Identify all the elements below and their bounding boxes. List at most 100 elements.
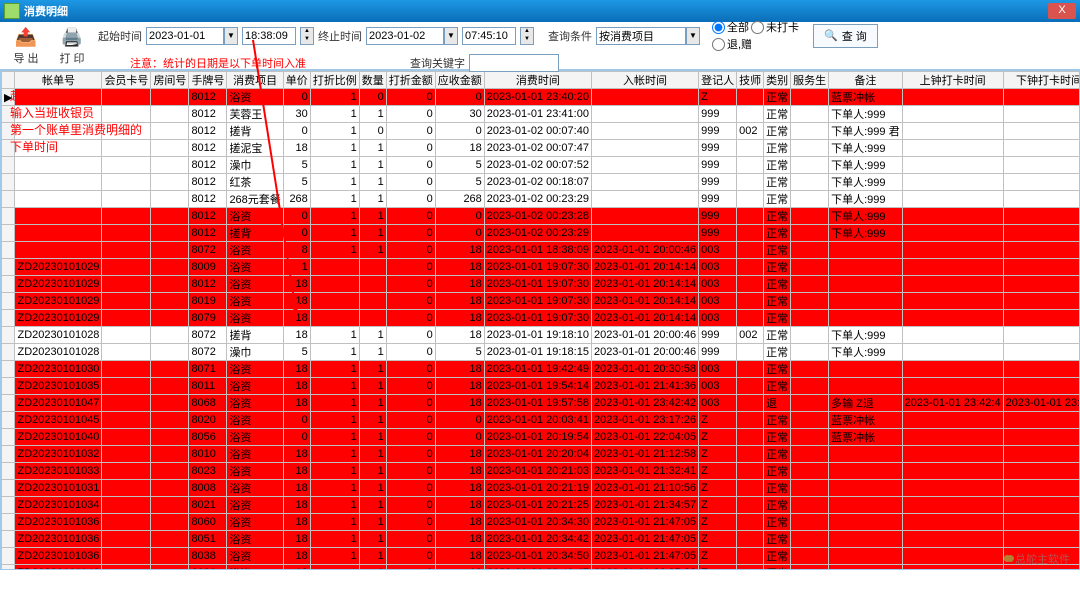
col-header[interactable]: 类别 [764, 72, 791, 89]
table-cell: 1 [359, 480, 386, 497]
table-cell [151, 310, 189, 327]
col-header[interactable]: 服务生 [791, 72, 829, 89]
table-cell: 8012 [189, 276, 227, 293]
table-row[interactable]: 8012浴资011002023-01-02 00:23:28999正常下单人:9… [2, 208, 1080, 225]
cond-input[interactable] [596, 27, 686, 45]
radio-all[interactable] [712, 21, 725, 34]
table-row[interactable]: ZD202301010288072搓背18110182023-01-01 19:… [2, 327, 1080, 344]
table-cell [151, 514, 189, 531]
table-row[interactable]: ZD202301010298019浴资180182023-01-01 19:07… [2, 293, 1080, 310]
table-cell: 1 [310, 531, 359, 548]
table-row[interactable]: 8012红茶511052023-01-02 00:18:07999正常下单人:9… [2, 174, 1080, 191]
start-date-picker[interactable]: ▼ [146, 27, 238, 45]
table-cell: 999 [699, 191, 737, 208]
table-cell: ZD20230101028 [15, 327, 102, 344]
table-cell: ZD20230101047 [15, 395, 102, 412]
table-row[interactable]: ZD202301010318008浴资18110182023-01-01 20:… [2, 480, 1080, 497]
col-header[interactable]: 登记人 [699, 72, 737, 89]
table-row[interactable]: ZD202301010428036浴资18110182023-01-01 20:… [2, 565, 1080, 571]
table-row[interactable]: ZD202301010408056浴资011002023-01-01 20:19… [2, 429, 1080, 446]
table-cell: 2023-01-01 20:21:25 [484, 497, 591, 514]
table-cell [151, 123, 189, 140]
end-date-picker[interactable]: ▼ [366, 27, 458, 45]
table-cell: 2023-01-02 00:23:29 [484, 191, 591, 208]
table-row[interactable]: 8012搓背011002023-01-02 00:23:29999正常下单人:9… [2, 225, 1080, 242]
col-header[interactable]: 房间号 [151, 72, 189, 89]
start-time-spinner[interactable]: ▲▼ [300, 27, 314, 45]
table-row[interactable]: 8012搓泥宝18110182023-01-02 00:07:47999正常下单… [2, 140, 1080, 157]
col-header[interactable]: 帐单号 [15, 72, 102, 89]
table-cell: 搓背 [227, 123, 283, 140]
table-row[interactable]: 8012搓背010002023-01-02 00:07:40999002正常下单… [2, 123, 1080, 140]
close-button[interactable]: X [1048, 3, 1076, 19]
radio-refund[interactable] [712, 38, 725, 51]
dropdown-icon[interactable]: ▼ [686, 27, 700, 45]
table-row[interactable]: ZD202301010298012浴资180182023-01-01 19:07… [2, 276, 1080, 293]
table-row[interactable]: ZD202301010358011浴资18110182023-01-01 19:… [2, 378, 1080, 395]
table-row[interactable]: 8072浴资8110182023-01-01 18:38:092023-01-0… [2, 242, 1080, 259]
dropdown-icon[interactable]: ▼ [444, 27, 458, 45]
end-date-input[interactable] [366, 27, 444, 45]
table-row[interactable]: ZD202301010338023浴资18110182023-01-01 20:… [2, 463, 1080, 480]
table-row[interactable]: ZD202301010368051浴资18110182023-01-01 20:… [2, 531, 1080, 548]
data-table-wrap[interactable]: 帐单号会员卡号房间号手牌号消费项目单价打折比例数量打折金额应收金额消费时间入帐时… [0, 70, 1080, 570]
table-cell: ZD20230101029 [15, 293, 102, 310]
table-cell [791, 242, 829, 259]
table-cell: 8019 [189, 293, 227, 310]
col-header[interactable]: 上钟打卡时间 [902, 72, 1003, 89]
print-button[interactable]: 🖨️ 打 印 [52, 26, 92, 66]
table-cell: 浴资 [227, 497, 283, 514]
table-row[interactable]: 8012澡巾511052023-01-02 00:07:52999正常下单人:9… [2, 157, 1080, 174]
table-cell [310, 310, 359, 327]
table-row[interactable]: 8012268元套餐2681102682023-01-02 00:23:2999… [2, 191, 1080, 208]
start-time-input[interactable] [242, 27, 296, 45]
table-cell: 正常 [764, 106, 791, 123]
table-cell [737, 565, 764, 571]
table-cell: 8012 [189, 208, 227, 225]
table-cell [791, 259, 829, 276]
table-cell [902, 157, 1003, 174]
table-row[interactable]: ZD202301010478068浴资18110182023-01-01 19:… [2, 395, 1080, 412]
table-row[interactable]: ZD202301010348021浴资18110182023-01-01 20:… [2, 497, 1080, 514]
table-cell: 003 [699, 361, 737, 378]
end-time-spinner[interactable]: ▲▼ [520, 27, 534, 45]
start-date-input[interactable] [146, 27, 224, 45]
col-header[interactable]: 打折金额 [386, 72, 435, 89]
col-header[interactable]: 数量 [359, 72, 386, 89]
col-header[interactable]: 技师 [737, 72, 764, 89]
table-row[interactable]: ▶8012浴资010002023-01-01 23:40:20Z正常蓝票冲帐 [2, 89, 1080, 106]
col-header[interactable]: 打折比例 [310, 72, 359, 89]
table-row[interactable]: ZD202301010458020浴资011002023-01-01 20:03… [2, 412, 1080, 429]
radio-nocard[interactable] [751, 21, 764, 34]
table-row[interactable]: 8012芙蓉王30110302023-01-01 23:41:00999正常下单… [2, 106, 1080, 123]
keyword-input[interactable] [469, 54, 559, 72]
end-time-input[interactable] [462, 27, 516, 45]
col-header[interactable]: 消费时间 [484, 72, 591, 89]
table-row[interactable]: ZD202301010368038浴资18110182023-01-01 20:… [2, 548, 1080, 565]
dropdown-icon[interactable]: ▼ [224, 27, 238, 45]
table-row[interactable]: ZD202301010368060浴资18110182023-01-01 20:… [2, 514, 1080, 531]
col-header[interactable]: 会员卡号 [102, 72, 151, 89]
table-row[interactable]: ZD202301010328010浴资18110182023-01-01 20:… [2, 446, 1080, 463]
col-header[interactable]: 下钟打卡时间 [1003, 72, 1080, 89]
col-header[interactable]: 备注 [829, 72, 902, 89]
table-row[interactable]: ZD202301010288072澡巾511052023-01-01 19:18… [2, 344, 1080, 361]
cond-select[interactable]: ▼ [596, 27, 700, 45]
col-header[interactable]: 手牌号 [189, 72, 227, 89]
query-button[interactable]: 🔍查 询 [813, 24, 878, 48]
table-cell: 1 [310, 514, 359, 531]
table-row[interactable]: ZD202301010308071浴资18110182023-01-01 19:… [2, 361, 1080, 378]
table-row[interactable]: ZD202301010298009浴资10182023-01-01 19:07:… [2, 259, 1080, 276]
export-button[interactable]: 📤 导 出 [6, 26, 46, 66]
table-cell: 18 [435, 565, 484, 571]
table-cell: 0 [435, 123, 484, 140]
table-cell [902, 225, 1003, 242]
col-header[interactable]: 消费项目 [227, 72, 283, 89]
table-cell [1003, 412, 1080, 429]
table-row[interactable]: ZD202301010298079浴资180182023-01-01 19:07… [2, 310, 1080, 327]
col-header[interactable]: 应收金额 [435, 72, 484, 89]
table-cell [902, 361, 1003, 378]
table-cell: 正常 [764, 123, 791, 140]
col-header[interactable]: 入帐时间 [591, 72, 698, 89]
col-header[interactable]: 单价 [283, 72, 310, 89]
